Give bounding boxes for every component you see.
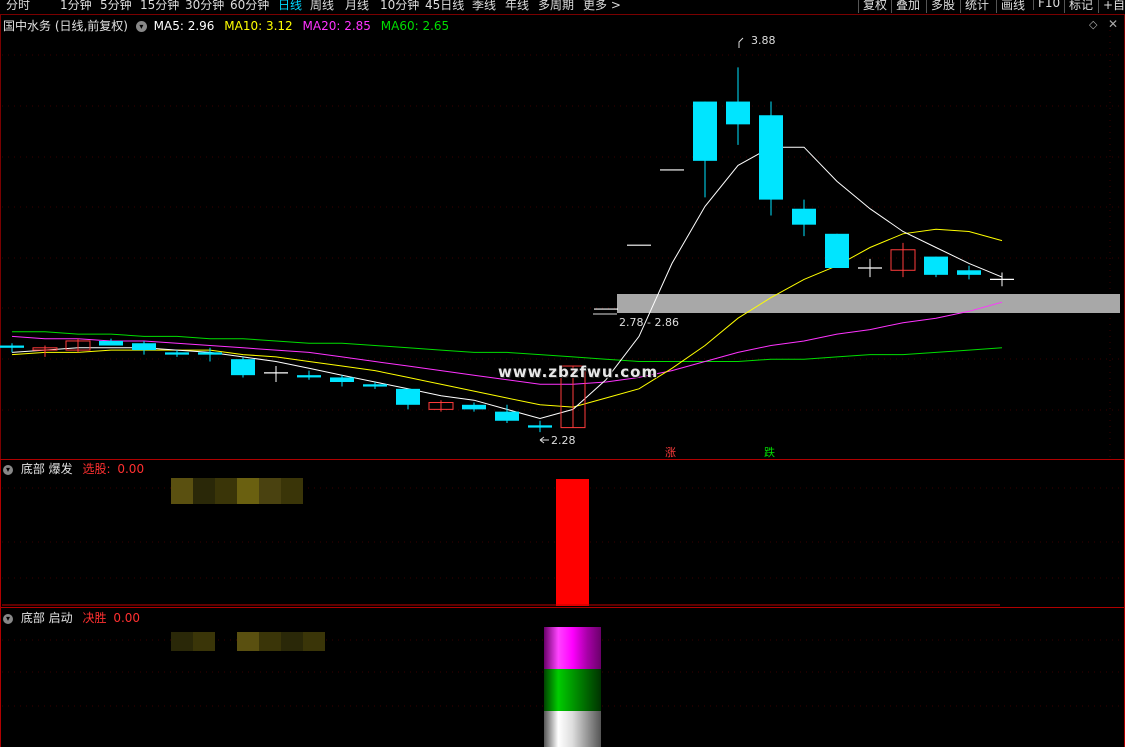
down-marker: 跌	[764, 446, 775, 459]
candle-down	[957, 270, 981, 275]
watermark: www.zbzfwu.com	[498, 363, 659, 381]
candle-down	[759, 115, 783, 200]
candle-down	[231, 359, 255, 376]
panel2-signal-label: 决胜	[82, 611, 107, 625]
up-marker: 涨	[665, 446, 676, 459]
candle-down	[462, 404, 486, 410]
candle-down	[396, 388, 420, 405]
panel2-title[interactable]: 底部 启动	[21, 611, 73, 625]
candle-down	[693, 101, 717, 161]
dropdown-icon[interactable]: ▾	[3, 614, 13, 624]
candle-down	[363, 384, 387, 387]
high-price-label: 3.88	[751, 34, 776, 47]
candle-down	[132, 343, 156, 351]
low-pointer	[539, 436, 549, 444]
candle-down	[99, 340, 123, 346]
zone-price-label: 2.78 - 2.86	[619, 316, 679, 329]
panel2-header: ▾ 底部 启动 决胜 0.00	[3, 609, 140, 626]
candle-down	[0, 345, 24, 348]
candle-down	[330, 377, 354, 382]
candle-down	[825, 233, 849, 268]
panel1-title[interactable]: 底部 爆发	[21, 462, 73, 476]
support-zone-band	[617, 294, 1120, 313]
candle-down	[726, 101, 750, 125]
candle-down	[165, 352, 189, 355]
panel1-header: ▾ 底部 爆发 选股: 0.00	[3, 460, 144, 477]
candle-down	[198, 352, 222, 355]
low-price-label: 2.28	[551, 434, 576, 447]
candle-down	[528, 425, 552, 428]
candle-down	[495, 411, 519, 421]
high-pointer	[738, 37, 744, 48]
indicator-panel-1	[0, 459, 1125, 608]
dropdown-icon[interactable]: ▾	[3, 465, 13, 475]
panel2-signal-value: 0.00	[113, 611, 141, 625]
candle-down	[297, 375, 321, 378]
candle-down	[792, 208, 816, 225]
panel1-signal-label: 选股:	[82, 462, 111, 476]
indicator-panel-2	[0, 607, 1125, 747]
ma60-line	[12, 331, 1003, 362]
candle-down	[924, 256, 948, 275]
panel1-signal-value: 0.00	[117, 462, 145, 476]
